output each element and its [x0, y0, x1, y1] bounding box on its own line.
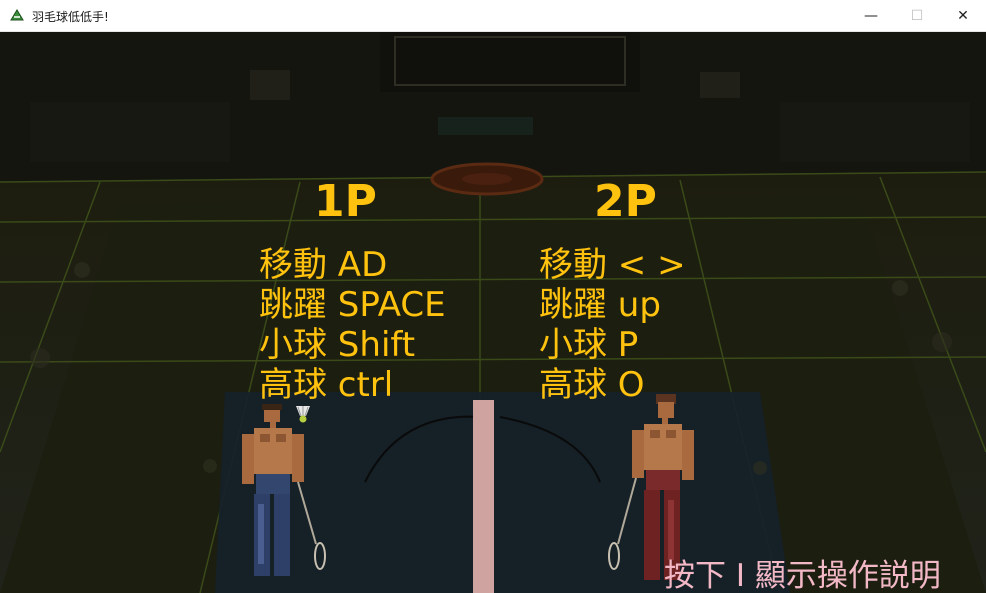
badminton-app-icon — [10, 9, 24, 21]
close-button[interactable]: ✕ — [940, 0, 986, 31]
minimize-icon: — — [864, 7, 878, 24]
player1-heading: 1P — [314, 176, 377, 227]
maximize-icon: ☐ — [910, 7, 924, 24]
player1-move-control: 移動 AD — [259, 245, 388, 285]
player2-small-shot-control: 小球 P — [539, 325, 639, 365]
close-icon: ✕ — [957, 7, 969, 24]
maximize-button[interactable]: ☐ — [894, 0, 940, 31]
game-canvas[interactable]: 1P 移動 AD 跳躍 SPACE 小球 Shift 高球 ctrl 2P 移動… — [0, 32, 986, 593]
player1-jump-control: 跳躍 SPACE — [259, 285, 446, 325]
player2-jump-control: 跳躍 up — [539, 285, 661, 325]
help-hint: 按下 I 顯示操作説明 — [664, 558, 941, 593]
window-title: 羽毛球低低手! — [32, 10, 109, 24]
net — [473, 400, 494, 593]
player1-character — [242, 404, 326, 576]
title-bar: 羽毛球低低手! — ☐ ✕ — [0, 0, 986, 32]
player2-heading: 2P — [594, 176, 657, 227]
player2-move-control: 移動 < > — [539, 245, 686, 285]
minimize-button[interactable]: — — [848, 0, 894, 31]
player1-high-shot-control: 高球 ctrl — [259, 365, 394, 405]
player1-small-shot-control: 小球 Shift — [259, 325, 416, 365]
